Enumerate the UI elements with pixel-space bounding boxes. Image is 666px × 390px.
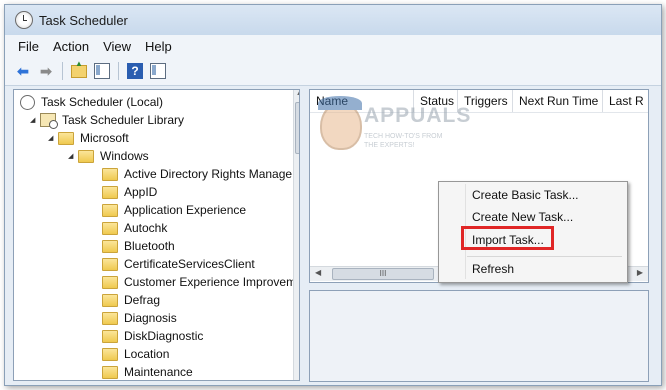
folder-icon (102, 311, 118, 325)
scroll-right-arrow-icon[interactable]: ▶ (637, 268, 643, 277)
folder-icon (102, 275, 118, 289)
mascot-hat-icon (318, 96, 362, 110)
tree-item-library[interactable]: ◢ Task Scheduler Library (30, 111, 184, 129)
column-header-last-run[interactable]: Last R (603, 90, 648, 112)
tree-item-microsoft[interactable]: ◢ Microsoft (48, 129, 129, 147)
tree-item-label: Diagnosis (124, 311, 177, 325)
console-tree: Task Scheduler (Local) ◢ Task Scheduler … (13, 89, 300, 381)
menu-item-create-basic-task[interactable]: Create Basic Task... (472, 188, 579, 202)
folder-icon (78, 149, 94, 163)
up-folder-icon[interactable] (69, 59, 89, 81)
tree-item-folder[interactable]: CertificateServicesClient (102, 255, 255, 273)
scroll-left-arrow-icon[interactable]: ◀ (315, 268, 321, 277)
tree-item-label: Task Scheduler Library (62, 113, 185, 127)
tree-item-label: Maintenance (124, 365, 193, 379)
clock-icon (20, 94, 35, 110)
folder-icon (102, 257, 118, 271)
tree-item-label: CertificateServicesClient (124, 257, 255, 271)
tree-item-folder[interactable]: DiskDiagnostic (102, 327, 203, 345)
folder-icon (102, 365, 118, 379)
tree-item-label: AppID (124, 185, 158, 199)
tree-item-label: Bluetooth (124, 239, 175, 253)
tree-item-folder[interactable]: Customer Experience Improvem (102, 273, 296, 291)
tree-item-label: Application Experience (124, 203, 247, 217)
toolbar-separator (62, 62, 63, 80)
tree-item-folder[interactable]: AppID (102, 183, 157, 201)
scrollbar-thumb[interactable] (295, 102, 299, 154)
tree-item-label: DiskDiagnostic (124, 329, 204, 343)
folder-icon (102, 293, 118, 307)
tree-item-folder[interactable]: Application Experience (102, 201, 246, 219)
clock-icon (15, 11, 33, 29)
tree-item-label: Defrag (124, 293, 161, 307)
tree-item-folder[interactable]: Active Directory Rights Manage (102, 165, 292, 183)
tree-item-windows[interactable]: ◢ Windows (68, 147, 149, 165)
tree-item-label: Task Scheduler (Local) (41, 95, 164, 109)
tree-item-label: Active Directory Rights Manage (124, 167, 293, 181)
folder-icon (102, 203, 118, 217)
tree-vertical-scrollbar[interactable]: ▲ (293, 90, 299, 380)
tree-item-root[interactable]: Task Scheduler (Local) (20, 93, 163, 111)
menu-item-create-new-task[interactable]: Create New Task... (472, 210, 573, 224)
forward-icon[interactable]: ➡ (36, 61, 56, 81)
menu-item-refresh[interactable]: Refresh (472, 262, 514, 276)
expand-triangle-icon[interactable]: ◢ (30, 116, 40, 124)
toolbar: ⬅ ➡ ? (5, 57, 661, 86)
expand-triangle-icon[interactable]: ◢ (68, 152, 78, 160)
menu-action[interactable]: Action (46, 39, 96, 54)
scrollbar-thumb[interactable]: III (332, 268, 434, 280)
tree-item-folder[interactable]: Location (102, 345, 169, 363)
task-details-pane (309, 290, 649, 382)
back-icon[interactable]: ⬅ (13, 61, 33, 81)
folder-icon (102, 329, 118, 343)
menu-help[interactable]: Help (138, 39, 179, 54)
tree-item-folder[interactable]: Bluetooth (102, 237, 175, 255)
folder-icon (102, 167, 118, 181)
tree-item-folder[interactable]: Maintenance (102, 363, 193, 380)
menu-separator (467, 256, 622, 257)
toolbar-separator (118, 62, 119, 80)
watermark-brand: APPUALS (364, 104, 472, 127)
task-library-icon (40, 113, 58, 129)
window-title: Task Scheduler (39, 12, 128, 28)
folder-icon (102, 185, 118, 199)
properties-pane-icon[interactable] (148, 61, 168, 81)
menu-file[interactable]: File (11, 39, 46, 54)
show-hide-pane-icon[interactable] (92, 61, 112, 81)
tree-item-label: Location (124, 347, 170, 361)
tree-item-folder[interactable]: Autochk (102, 219, 167, 237)
tree-item-label: Customer Experience Improvem (124, 275, 297, 289)
tree-item-label: Microsoft (80, 131, 129, 145)
watermark-tagline: TECH HOW-TO'S FROM THE EXPERTS! (364, 133, 443, 149)
folder-icon (102, 239, 118, 253)
import-task-highlight-box (461, 226, 554, 250)
title-bar[interactable]: Task Scheduler (5, 5, 661, 35)
appuals-watermark: APPUALS TECH HOW-TO'S FROM THE EXPERTS! (318, 96, 470, 160)
tree-item-folder[interactable]: Defrag (102, 291, 160, 309)
folder-icon (58, 131, 74, 145)
tree-item-label: Autochk (124, 221, 168, 235)
menu-bar: File Action View Help (5, 35, 661, 57)
help-icon[interactable]: ? (125, 61, 145, 81)
column-header-next-run-time[interactable]: Next Run Time (513, 90, 603, 112)
menu-view[interactable]: View (96, 39, 138, 54)
tree-item-folder[interactable]: Diagnosis (102, 309, 177, 327)
tree-item-label: Windows (100, 149, 149, 163)
folder-icon (102, 347, 118, 361)
folder-icon (102, 221, 118, 235)
scroll-up-arrow-icon[interactable]: ▲ (296, 91, 299, 97)
expand-triangle-icon[interactable]: ◢ (48, 134, 58, 142)
